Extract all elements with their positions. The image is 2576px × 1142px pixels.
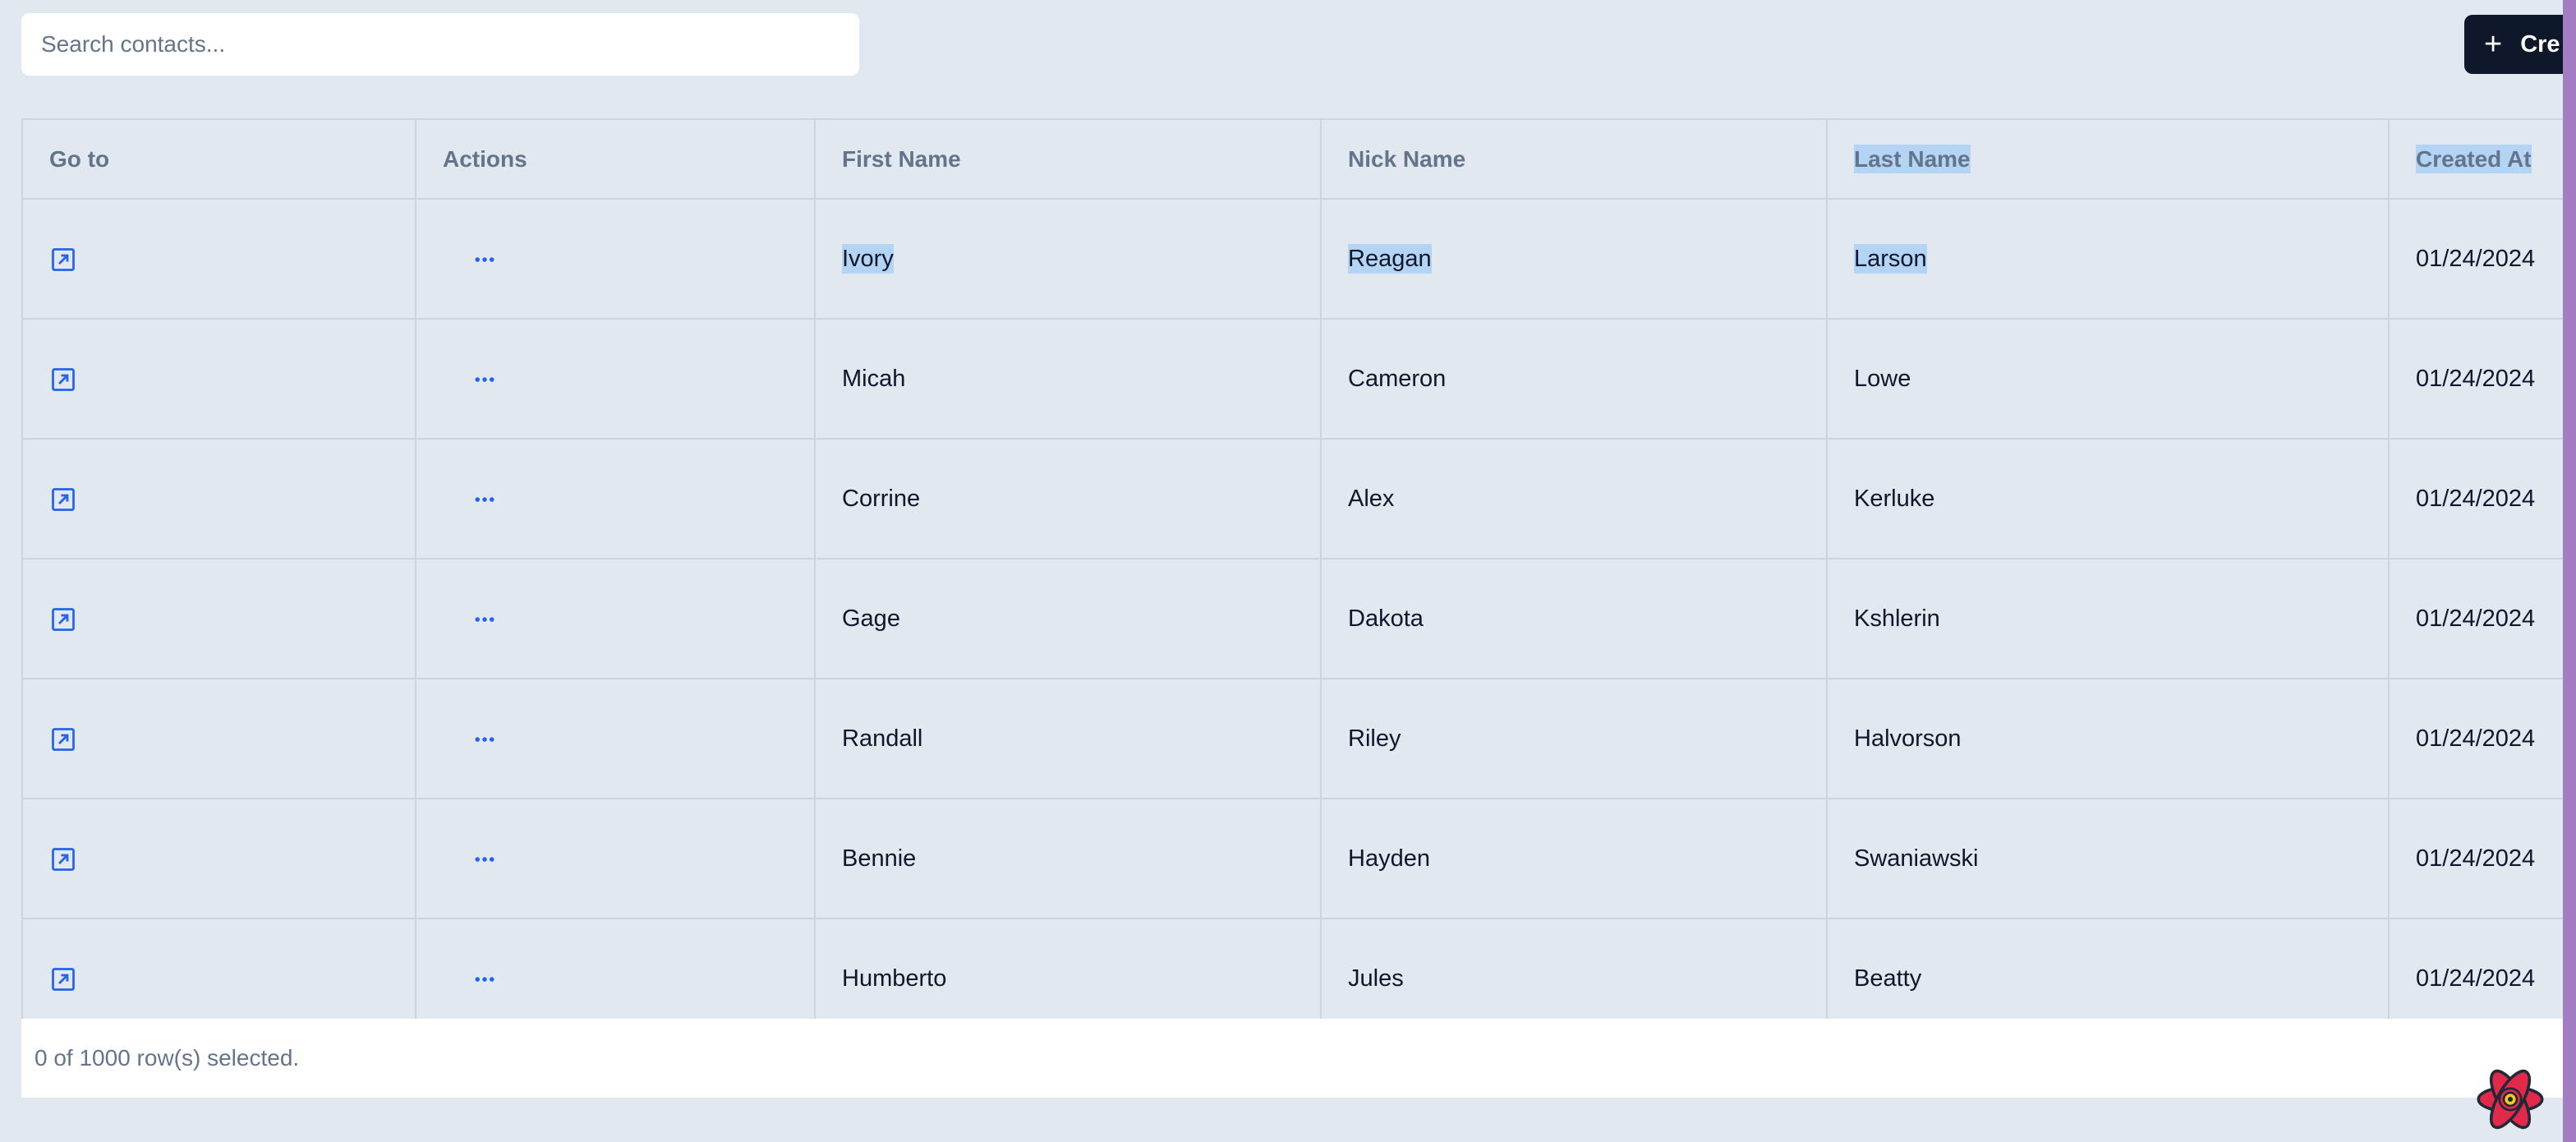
actions-cell [416,799,816,919]
created-at: 01/24/2024 [2389,199,2563,320]
actions-cell [416,439,816,559]
table-row[interactable]: Humberto Jules Beatty 01/24/2024 [23,919,2563,1019]
actions-cell [416,919,816,1019]
more-horizontal-icon[interactable] [472,727,497,752]
scrollbar[interactable] [2563,0,2576,1142]
external-link-icon[interactable] [51,967,76,992]
nick-name-cell: Reagan [1321,199,1828,320]
first-name-cell: Ivory [815,199,1322,320]
nick-name: Cameron [1321,319,1828,440]
created-at: 01/24/2024 [2389,799,2563,919]
last-name: Swaniawski [1827,799,2390,919]
table-row[interactable]: Micah Cameron Lowe 01/24/2024 [23,319,2563,440]
last-name: Kerluke [1827,439,2390,559]
go-to-cell [23,919,416,1019]
go-to-cell [23,439,416,559]
external-link-icon[interactable] [51,487,76,512]
external-link-icon[interactable] [51,847,76,872]
more-horizontal-icon[interactable] [472,487,497,512]
first-name: Randall [815,679,1322,799]
search-input[interactable] [21,13,859,76]
nick-name: Jules [1321,919,1828,1019]
nick-name: Hayden [1321,799,1828,919]
first-name: Humberto [815,919,1322,1019]
external-link-icon[interactable] [51,367,76,392]
table-header-row: Go to Actions First Name Nick Name Last … [23,120,2563,200]
react-query-devtools-logo-icon[interactable] [2474,1063,2546,1135]
go-to-cell [23,319,416,440]
first-name: Bennie [815,799,1322,919]
column-header-actions: Actions [416,120,816,200]
nick-name: Dakota [1321,559,1828,679]
contacts-table-container[interactable]: Go to Actions First Name Nick Name Last … [21,118,2563,1019]
more-horizontal-icon[interactable] [472,367,497,392]
column-header-created-at-label: Created At [2416,144,2532,173]
external-link-icon[interactable] [51,247,76,272]
external-link-icon[interactable] [51,607,76,632]
more-horizontal-icon[interactable] [472,847,497,872]
table-row[interactable]: Ivory Reagan Larson 01/24/2024 [23,199,2563,320]
external-link-icon[interactable] [51,727,76,752]
last-name: Kshlerin [1827,559,2390,679]
nick-name: Riley [1321,679,1828,799]
column-header-first-name[interactable]: First Name [815,120,1322,200]
column-header-go-to: Go to [23,120,416,200]
contacts-table: Go to Actions First Name Nick Name Last … [23,120,2563,1019]
table-row[interactable]: Corrine Alex Kerluke 01/24/2024 [23,439,2563,559]
actions-cell [416,199,816,320]
created-at: 01/24/2024 [2389,679,2563,799]
selection-count: 0 of 1000 row(s) selected. [34,1045,300,1071]
go-to-cell [23,679,416,799]
more-horizontal-icon[interactable] [472,967,497,992]
nick-name: Reagan [1348,243,1432,274]
created-at: 01/24/2024 [2389,919,2563,1019]
go-to-cell [23,799,416,919]
table-row[interactable]: Randall Riley Halvorson 01/24/2024 [23,679,2563,799]
more-horizontal-icon[interactable] [472,247,497,272]
create-contact-button[interactable]: + Cre [2464,15,2576,74]
table-footer: 0 of 1000 row(s) selected. [21,1019,2563,1098]
first-name: Micah [815,319,1322,440]
column-header-last-name-label: Last Name [1854,144,1971,173]
created-at: 01/24/2024 [2389,439,2563,559]
last-name: Larson [1854,243,1927,274]
table-row[interactable]: Bennie Hayden Swaniawski 01/24/2024 [23,799,2563,919]
column-header-nick-name[interactable]: Nick Name [1321,120,1828,200]
first-name: Gage [815,559,1322,679]
last-name: Lowe [1827,319,2390,440]
actions-cell [416,559,816,679]
column-header-last-name[interactable]: Last Name [1827,120,2390,200]
nick-name: Alex [1321,439,1828,559]
column-header-created-at[interactable]: Created At [2389,120,2563,200]
go-to-cell [23,199,416,320]
created-at: 01/24/2024 [2389,319,2563,440]
more-horizontal-icon[interactable] [472,607,497,632]
last-name: Beatty [1827,919,2390,1019]
first-name: Corrine [815,439,1322,559]
table-row[interactable]: Gage Dakota Kshlerin 01/24/2024 [23,559,2563,679]
last-name-cell: Larson [1827,199,2390,320]
created-at: 01/24/2024 [2389,559,2563,679]
create-button-label: Cre [2520,30,2560,58]
first-name: Ivory [842,243,894,274]
actions-cell [416,319,816,440]
plus-icon: + [2484,27,2503,62]
last-name: Halvorson [1827,679,2390,799]
go-to-cell [23,559,416,679]
actions-cell [416,679,816,799]
